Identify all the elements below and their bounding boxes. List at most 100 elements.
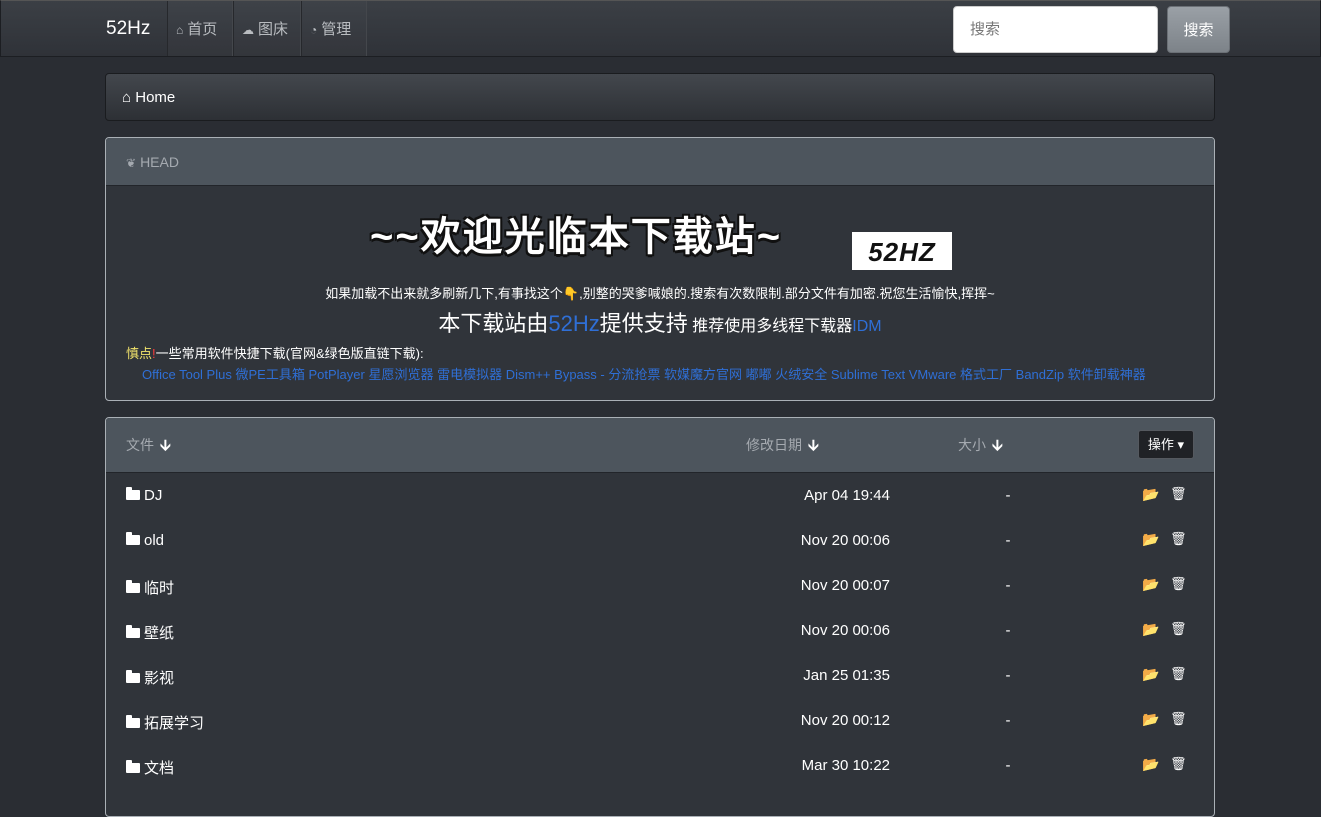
head-panel: ❦ HEAD ~~欢迎光临本下载站~ 52HZ 如果加载不出来就多刷新几下,有事找… bbox=[105, 137, 1215, 401]
search-button[interactable]: 搜索 bbox=[1167, 6, 1230, 53]
table-row[interactable]: 影视 Jan 25 01:35 - 📂 🗑 bbox=[106, 652, 1214, 697]
quick-link[interactable]: PotPlayer bbox=[308, 367, 364, 382]
file-size: - bbox=[1005, 667, 1011, 684]
quick-link[interactable]: Bypass - 分流抢票 bbox=[554, 367, 660, 382]
file-date: Nov 20 00:07 bbox=[800, 577, 890, 594]
brand-logo[interactable]: 52Hz bbox=[106, 18, 150, 40]
notice-text-before: 如果加载不出来就多刷新几下,有事找这个 bbox=[325, 286, 563, 301]
file-name-link[interactable]: 壁纸 bbox=[126, 622, 174, 643]
sort-by-file[interactable]: 文件 🡫 bbox=[126, 435, 171, 460]
open-folder-icon[interactable]: 📂 bbox=[1142, 621, 1159, 638]
file-name: DJ bbox=[144, 487, 163, 504]
head-panel-title: ❦ HEAD bbox=[126, 154, 179, 170]
file-name-link[interactable]: 文档 bbox=[126, 757, 174, 778]
folder-icon bbox=[126, 487, 140, 500]
quick-text: 一些常用软件快捷下载(官网&绿色版直链下载): bbox=[155, 346, 424, 361]
open-folder-icon[interactable]: 📂 bbox=[1142, 486, 1159, 503]
nav-image-host[interactable]: ☁ 图床 bbox=[233, 1, 301, 56]
nav-admin[interactable]: ◔ 管理 bbox=[301, 1, 367, 56]
file-name: 临时 bbox=[144, 580, 175, 597]
quick-warn: 慎点 bbox=[126, 346, 153, 361]
support-text-d: 推荐使用多线程下载器 bbox=[692, 318, 853, 335]
file-name-link[interactable]: 影视 bbox=[126, 667, 174, 688]
trash-icon[interactable]: 🗑 bbox=[1170, 576, 1187, 592]
col-file-label: 文件 bbox=[126, 437, 154, 453]
quick-link[interactable]: BandZip bbox=[1016, 367, 1064, 382]
table-row[interactable]: old Nov 20 00:06 - 📂 🗑 bbox=[106, 517, 1214, 562]
sort-by-size[interactable]: 大小 🡫 bbox=[958, 435, 1003, 460]
quick-link[interactable]: 雷电模拟器 bbox=[437, 367, 502, 382]
quick-link[interactable]: Dism++ bbox=[506, 367, 551, 382]
open-folder-icon[interactable]: 📂 bbox=[1142, 756, 1159, 773]
quick-link[interactable]: 格式工厂 bbox=[960, 367, 1012, 382]
idm-link[interactable]: IDM bbox=[852, 318, 881, 335]
notice-text-after: ,别整的哭爹喊娘的.搜索有次数限制.部分文件有加密.祝您生活愉快,挥挥~ bbox=[579, 286, 995, 301]
file-name: 影视 bbox=[144, 670, 175, 687]
quick-link[interactable]: VMware bbox=[909, 367, 957, 382]
file-date: Nov 20 00:12 bbox=[800, 712, 890, 729]
file-name: 拓展学习 bbox=[144, 715, 205, 732]
table-row[interactable]: 文档 Mar 30 10:22 - 📂 🗑 bbox=[106, 742, 1214, 787]
quick-link[interactable]: 微PE工具箱 bbox=[235, 367, 304, 382]
breadcrumb: ⌂ Home bbox=[105, 73, 1215, 121]
support-link-52hz[interactable]: 52Hz bbox=[548, 311, 599, 336]
trash-icon[interactable]: 🗑 bbox=[1170, 486, 1187, 502]
file-name-link[interactable]: old bbox=[126, 532, 164, 549]
leaf-icon: ❦ bbox=[126, 156, 137, 170]
quick-link[interactable]: Sublime Text bbox=[831, 367, 905, 382]
quick-link[interactable]: 嘟嘟 bbox=[746, 367, 772, 382]
folder-icon bbox=[126, 625, 140, 638]
folder-icon bbox=[126, 532, 140, 545]
trash-icon[interactable]: 🗑 bbox=[1170, 621, 1187, 637]
open-folder-icon[interactable]: 📂 bbox=[1142, 576, 1159, 593]
folder-icon bbox=[126, 760, 140, 773]
quick-link[interactable]: 软件卸载神器 bbox=[1068, 367, 1146, 382]
table-row[interactable]: 拓展学习 Nov 20 00:12 - 📂 🗑 bbox=[106, 697, 1214, 742]
navbar: 52Hz ⌂ 首页 ☁ 图床 ◔ 管理 搜索 bbox=[0, 0, 1321, 57]
file-size: - bbox=[1005, 712, 1011, 729]
open-folder-icon[interactable]: 📂 bbox=[1142, 711, 1159, 728]
nav-admin-label: 管理 bbox=[321, 21, 352, 38]
welcome-banner: ~~欢迎光临本下载站~ bbox=[370, 215, 783, 259]
operations-dropdown-button[interactable]: 操作 ▾ bbox=[1138, 430, 1194, 459]
table-row[interactable]: 临时 Nov 20 00:07 - 📂 🗑 bbox=[106, 562, 1214, 607]
file-name: 文档 bbox=[144, 760, 175, 777]
table-row[interactable]: 壁纸 Nov 20 00:06 - 📂 🗑 bbox=[106, 607, 1214, 652]
file-table-header: 文件 🡫 修改日期 🡫 大小 🡫 操作 ▾ bbox=[106, 418, 1214, 473]
file-date: Mar 30 10:22 bbox=[801, 757, 890, 774]
folder-icon bbox=[126, 715, 140, 728]
sort-by-date[interactable]: 修改日期 🡫 bbox=[746, 435, 819, 460]
arrow-down-icon: 🡫 bbox=[992, 437, 1003, 454]
quick-link[interactable]: 软媒魔方官网 bbox=[664, 367, 742, 382]
col-date-label: 修改日期 bbox=[746, 437, 802, 453]
file-date: Jan 25 01:35 bbox=[803, 667, 890, 684]
trash-icon[interactable]: 🗑 bbox=[1170, 531, 1187, 547]
search-input[interactable] bbox=[953, 6, 1158, 53]
nav-home[interactable]: ⌂ 首页 bbox=[167, 1, 233, 56]
notice-text: 如果加载不出来就多刷新几下,有事找这个👇,别整的哭爹喊娘的.搜索有次数限制.部分… bbox=[106, 283, 1214, 302]
breadcrumb-home-label: Home bbox=[135, 89, 176, 106]
breadcrumb-home[interactable]: ⌂ Home bbox=[122, 89, 175, 106]
cloud-upload-icon: ☁ bbox=[242, 23, 254, 37]
quick-link[interactable]: Office Tool Plus bbox=[142, 367, 232, 382]
quick-link[interactable]: 星愿浏览器 bbox=[368, 367, 433, 382]
table-row[interactable]: DJ Apr 04 19:44 - 📂 🗑 bbox=[106, 472, 1214, 517]
file-name: 壁纸 bbox=[144, 625, 175, 642]
support-line: 本下载站由52Hz提供支持 推荐使用多线程下载器IDM bbox=[106, 306, 1214, 338]
file-date: Apr 04 19:44 bbox=[804, 487, 890, 504]
trash-icon[interactable]: 🗑 bbox=[1170, 666, 1187, 682]
open-folder-icon[interactable]: 📂 bbox=[1142, 531, 1159, 548]
nav-image-host-label: 图床 bbox=[258, 21, 289, 38]
file-name-link[interactable]: 临时 bbox=[126, 577, 174, 598]
file-name: old bbox=[144, 532, 165, 549]
support-text-a: 本下载站由 bbox=[438, 311, 549, 336]
arrow-down-icon: 🡫 bbox=[160, 437, 171, 454]
file-name-link[interactable]: 拓展学习 bbox=[126, 712, 204, 733]
quick-link[interactable]: 火绒安全 bbox=[775, 367, 827, 382]
trash-icon[interactable]: 🗑 bbox=[1170, 756, 1187, 772]
file-size: - bbox=[1005, 757, 1011, 774]
file-name-link[interactable]: DJ bbox=[126, 487, 162, 504]
head-title-text: HEAD bbox=[140, 154, 179, 170]
trash-icon[interactable]: 🗑 bbox=[1170, 711, 1187, 727]
open-folder-icon[interactable]: 📂 bbox=[1142, 666, 1159, 683]
